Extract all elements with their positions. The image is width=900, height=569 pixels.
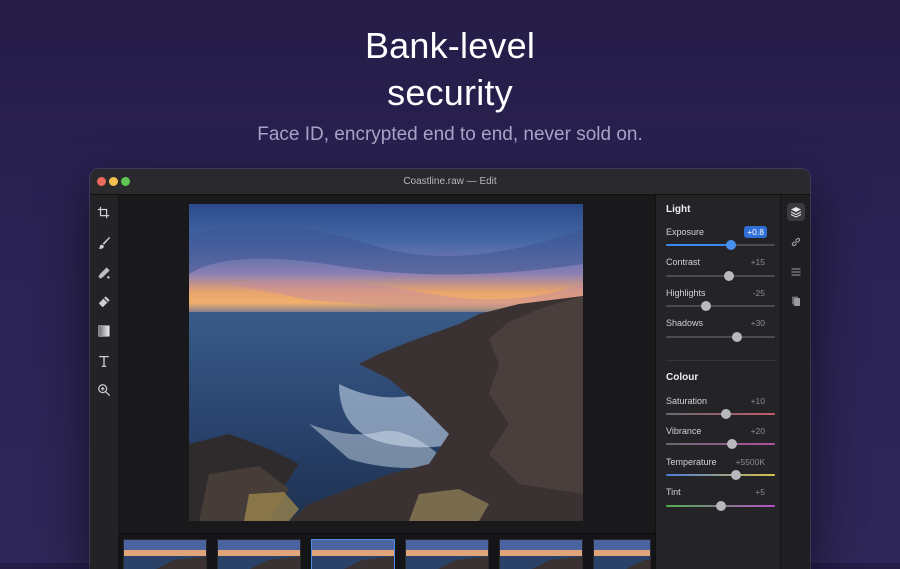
- saturation-slider-knob[interactable]: [720, 409, 731, 419]
- contrast-value: +15: [750, 257, 765, 267]
- vibrance-slider[interactable]: [666, 439, 775, 449]
- filmstrip-thumbnail[interactable]: [499, 539, 583, 569]
- gradient-icon[interactable]: [96, 323, 112, 339]
- section-title-colour: Colour: [666, 372, 699, 383]
- editor-window: Coastline.raw — Edit Light Exposure +0.8…: [90, 169, 810, 569]
- hero-subtitle: Face ID, encrypted end to end, never sol…: [257, 124, 643, 145]
- filmstrip-thumbnail-selected[interactable]: [311, 539, 395, 569]
- vibrance-value: +20: [750, 426, 765, 436]
- temperature-value: +5500K: [735, 457, 765, 467]
- clone-stamp-icon[interactable]: [96, 294, 112, 310]
- exposure-value[interactable]: +0.8: [744, 226, 767, 238]
- zoom-icon[interactable]: [96, 382, 112, 398]
- brush-icon[interactable]: [96, 235, 112, 251]
- shadows-value: +30: [750, 318, 765, 328]
- hero-title: Bank-level security: [0, 22, 900, 116]
- tint-label: Tint: [666, 487, 681, 497]
- tint-value: +5: [755, 487, 765, 497]
- panel-rail: [780, 195, 810, 569]
- filmstrip-thumbnail[interactable]: [123, 539, 207, 569]
- photo-preview[interactable]: [189, 204, 583, 521]
- contrast-slider[interactable]: [666, 271, 775, 281]
- filmstrip: [119, 533, 655, 569]
- vibrance-label: Vibrance: [666, 426, 702, 436]
- shadows-slider-knob[interactable]: [731, 332, 742, 342]
- highlights-label: Highlights: [666, 288, 706, 298]
- contrast-label: Contrast: [666, 257, 701, 267]
- exposure-slider-knob[interactable]: [726, 240, 737, 250]
- contrast-slider-knob[interactable]: [724, 271, 735, 281]
- exposure-slider-fill: [666, 244, 732, 246]
- tint-slider-knob[interactable]: [715, 501, 726, 511]
- temperature-label: Temperature: [666, 457, 717, 467]
- adjustments-panel: Light Exposure +0.8 Contrast +15 Highlig…: [655, 195, 781, 569]
- tool-sidebar: [90, 195, 119, 569]
- highlights-slider[interactable]: [666, 301, 775, 311]
- filmstrip-thumbnail[interactable]: [405, 539, 489, 569]
- saturation-slider[interactable]: [666, 409, 775, 419]
- filmstrip-thumbnail[interactable]: [217, 539, 301, 569]
- exposure-slider[interactable]: [666, 240, 775, 250]
- temperature-slider[interactable]: [666, 470, 775, 480]
- highlights-slider-knob[interactable]: [701, 301, 712, 311]
- saturation-value: +10: [750, 396, 765, 406]
- shadows-label: Shadows: [666, 318, 704, 328]
- tint-slider[interactable]: [666, 501, 775, 511]
- healing-icon[interactable]: [96, 265, 112, 281]
- section-title-light: Light: [666, 204, 691, 215]
- vibrance-slider-knob[interactable]: [727, 439, 738, 449]
- filmstrip-thumbnail[interactable]: [593, 539, 651, 569]
- hero-title-line2: security: [387, 72, 513, 113]
- highlights-value: -25: [752, 288, 765, 298]
- exposure-label: Exposure: [666, 227, 705, 237]
- canvas-area[interactable]: [119, 195, 655, 533]
- title-bar: Coastline.raw — Edit: [90, 169, 810, 195]
- text-icon[interactable]: [96, 353, 112, 369]
- list-icon[interactable]: [787, 263, 805, 281]
- temperature-slider-knob[interactable]: [730, 470, 741, 480]
- shadows-slider[interactable]: [666, 332, 775, 342]
- hero-title-line1: Bank-level: [364, 25, 536, 66]
- window-title: Coastline.raw — Edit: [403, 176, 497, 187]
- saturation-label: Saturation: [666, 396, 708, 406]
- section-divider: [666, 360, 776, 361]
- link-icon[interactable]: [787, 233, 805, 251]
- copy-settings-icon[interactable]: [787, 292, 805, 310]
- layers-icon[interactable]: [787, 203, 805, 221]
- crop-icon[interactable]: [96, 205, 112, 221]
